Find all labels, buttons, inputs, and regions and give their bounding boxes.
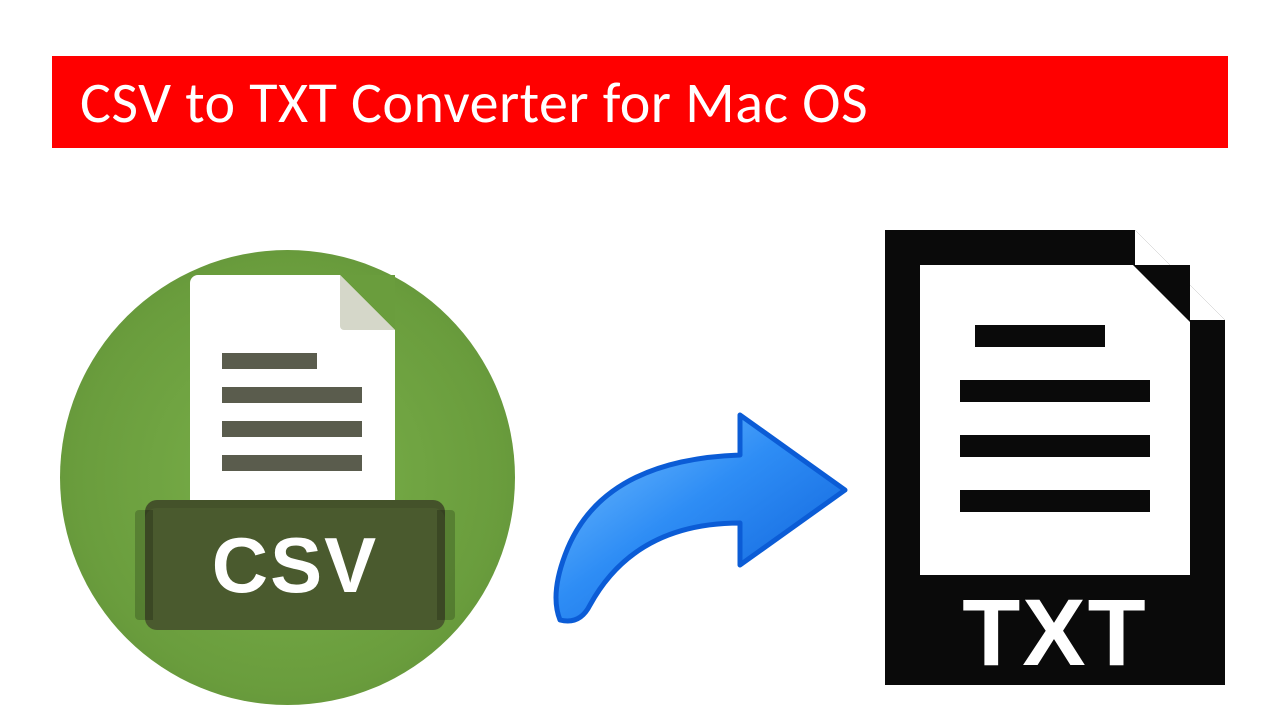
csv-document-shape (190, 275, 395, 535)
csv-line (222, 455, 362, 471)
csv-line (222, 353, 317, 369)
txt-label-text: TXT (962, 580, 1147, 686)
conversion-diagram: CSV TXT (0, 210, 1280, 720)
csv-text-lines (222, 353, 362, 489)
csv-file-icon: CSV (55, 225, 525, 710)
arrow-icon (545, 405, 855, 625)
csv-line (222, 387, 362, 403)
csv-label-band: CSV (145, 500, 445, 630)
title-text: CSV to TXT Converter for Mac OS (80, 67, 868, 138)
txt-file-icon: TXT (865, 220, 1245, 695)
csv-line (222, 421, 362, 437)
title-banner: CSV to TXT Converter for Mac OS (52, 56, 1228, 148)
csv-label-text: CSV (212, 520, 378, 611)
